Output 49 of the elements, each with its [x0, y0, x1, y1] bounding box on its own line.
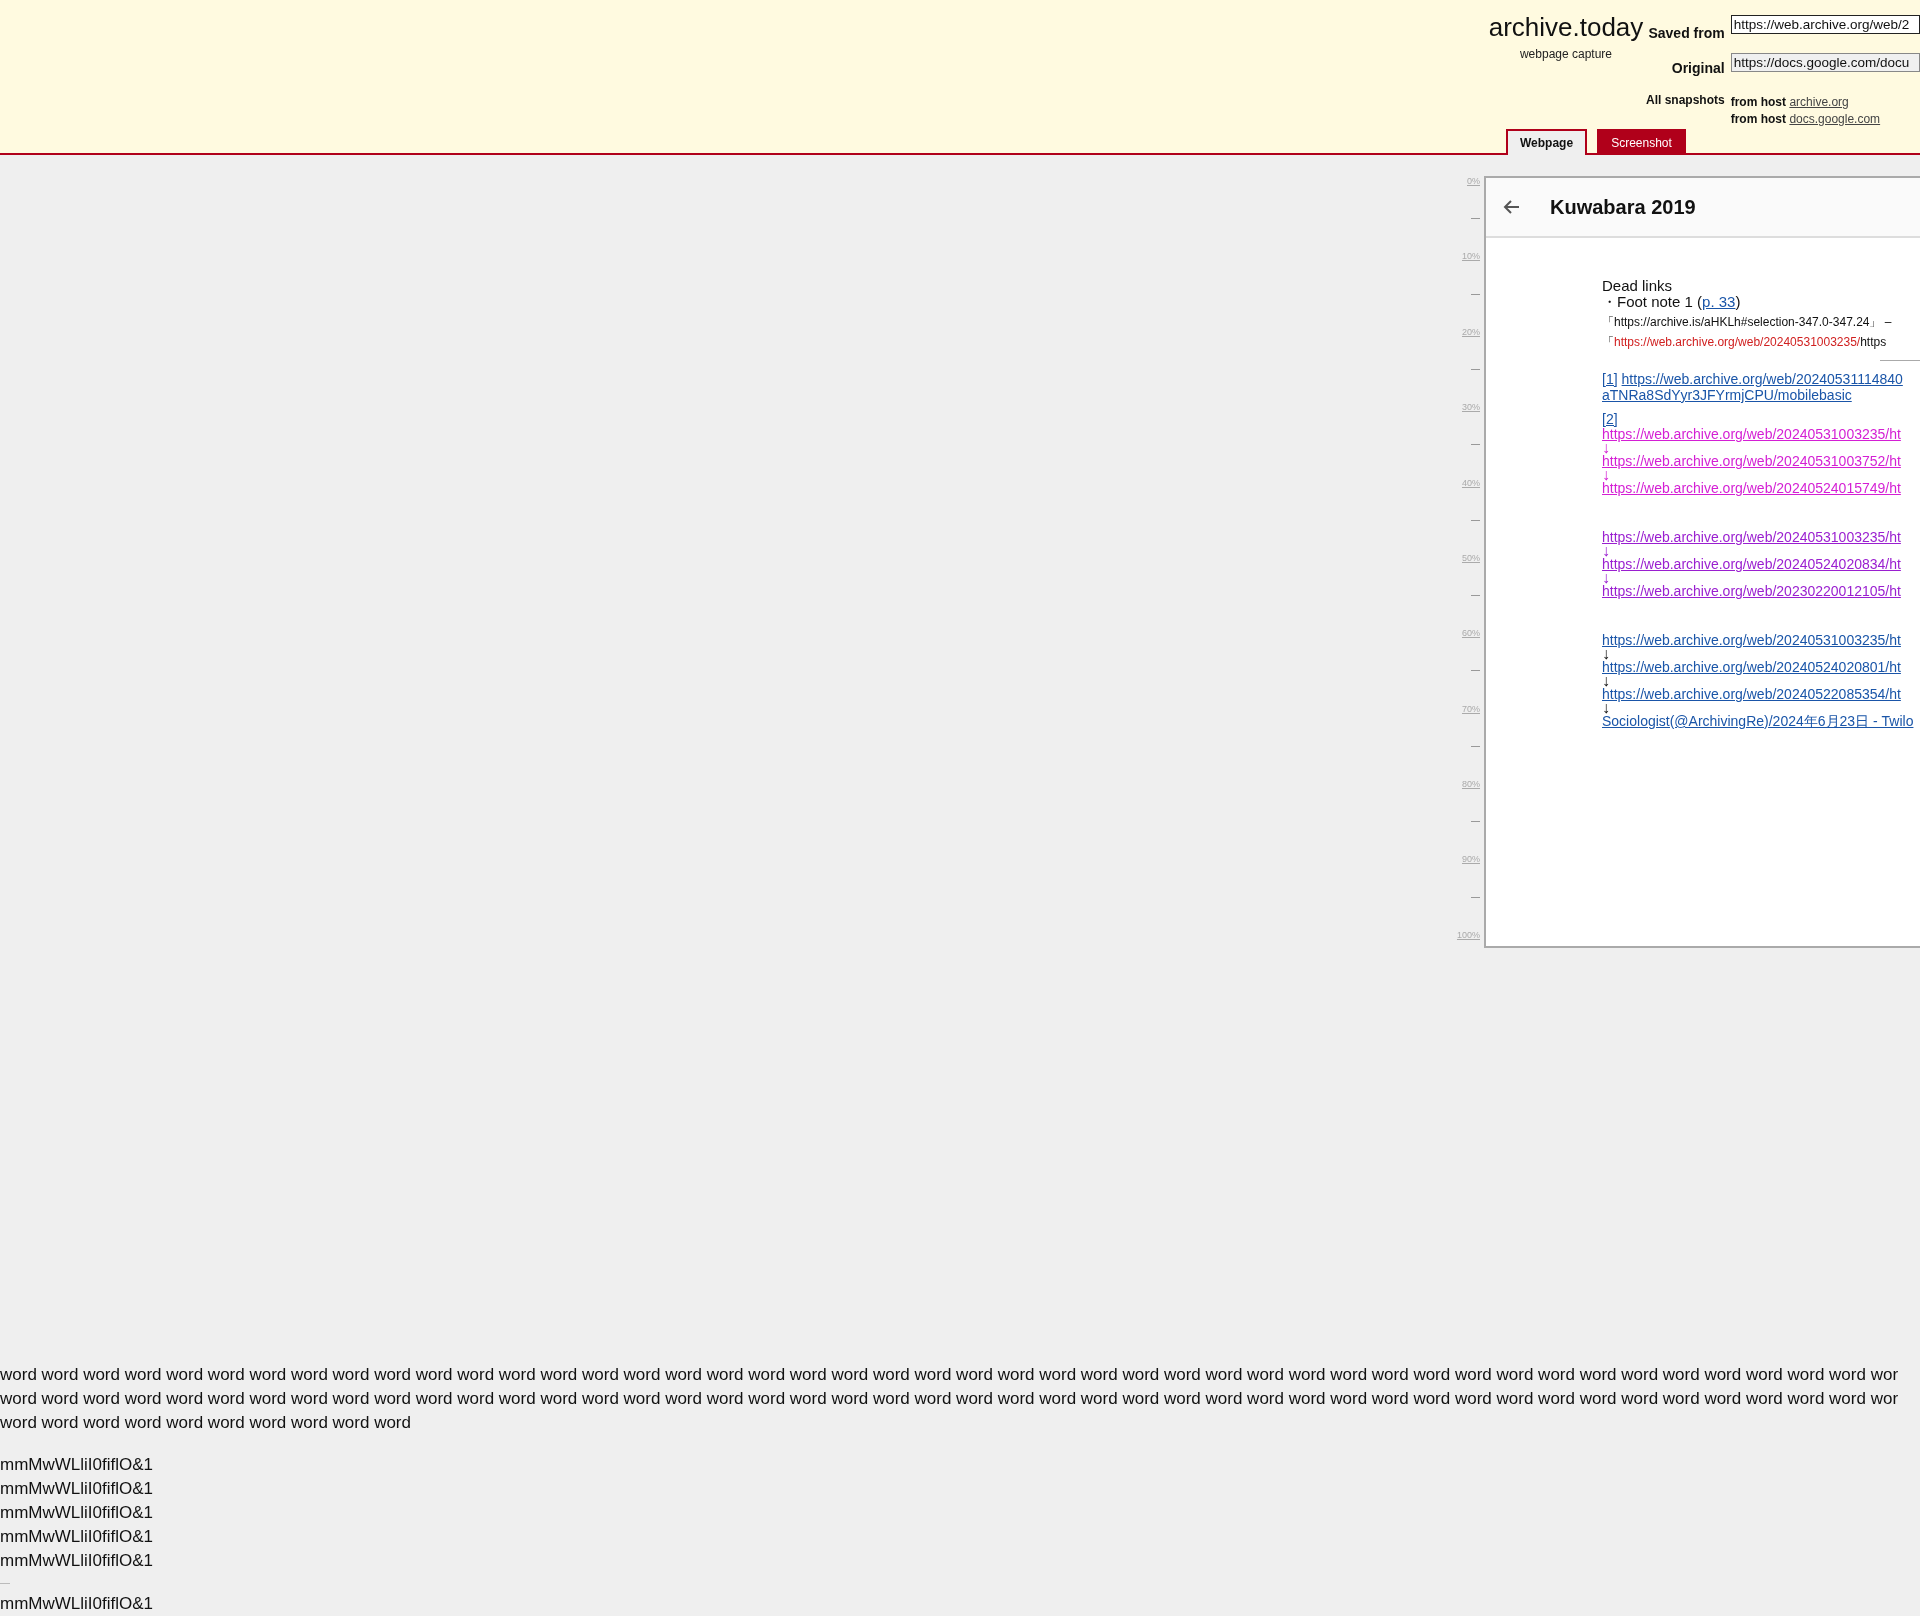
- saved-from-field[interactable]: https://web.archive.org/web/2: [1730, 14, 1920, 34]
- down-arrow: ↓: [1602, 572, 1610, 584]
- archive-link[interactable]: https://web.archive.org/web/20240524015749/ht: [1602, 481, 1901, 496]
- original-label: Original: [1670, 60, 1725, 76]
- filler-text: word word word word word word word word word word word word word word word word word word word word word word word word word word word word word word word word word word word word word word word word word word word word word wor: [0, 1364, 1899, 1386]
- host-link[interactable]: docs.google.com: [1789, 112, 1881, 127]
- down-arrow: ↓: [1602, 442, 1610, 454]
- down-arrow: ↓: [1602, 469, 1610, 481]
- archive-link[interactable]: https://web.archive.org/web/20240524020801/ht: [1602, 660, 1901, 675]
- site-tagline: webpage capture: [1519, 47, 1613, 61]
- sample-text: mmMwWLliI0fiflO&1: [0, 1454, 153, 1476]
- host-link[interactable]: archive.org: [1789, 95, 1849, 110]
- sample-text: mmMwWLliI0fiflO&1: [0, 1478, 153, 1500]
- down-arrow: ↓: [1602, 675, 1610, 687]
- archive-link[interactable]: https://web.archive.org/web/20240522085354/ht: [1602, 687, 1901, 702]
- host-label: from host: [1730, 95, 1787, 110]
- view-tab[interactable]: Webpage: [1506, 129, 1588, 155]
- sample-text: mmMwWLliI0fiflO&1: [0, 1502, 153, 1524]
- sample-text: mmMwWLliI0fiflO&1: [0, 1526, 153, 1548]
- filler-text: word word word word word word word word word word: [0, 1412, 411, 1434]
- archive-link[interactable]: https://web.archive.org/web/20240531003235/ht: [1602, 427, 1901, 442]
- all-snapshots-label: All snapshots: [1646, 93, 1725, 108]
- sample-text: mmMwWLliI0fiflO&1: [0, 1593, 153, 1615]
- archive-link[interactable]: https://web.archive.org/web/20240524020834/ht: [1602, 557, 1901, 572]
- view-tab[interactable]: Screenshot: [1597, 129, 1686, 155]
- down-arrow: ↓: [1602, 702, 1610, 714]
- quote-text: 「https://archive.is/aHKLh#selection-347.0-347.24」 –: [1602, 314, 1893, 330]
- archive-link[interactable]: https://web.archive.org/web/20240531003235/ht: [1602, 633, 1901, 648]
- section-heading: Dead links: [1602, 278, 1674, 294]
- sample-text: mmMwWLliI0fiflO&1: [0, 1550, 153, 1572]
- host-label: from host: [1730, 112, 1787, 127]
- reference-marker-link[interactable]: [1]: [1602, 371, 1618, 387]
- archive-link[interactable]: https://web.archive.org/web/20230220012105/ht: [1602, 584, 1901, 599]
- archive-link[interactable]: https://web.archive.org/web/20240531003235/ht: [1602, 530, 1901, 545]
- footnote-line: ・Foot note 1 (p. 33): [1602, 294, 1742, 310]
- document-title: Kuwabara 2019: [1550, 195, 1696, 219]
- reference-url-link[interactable]: https://web.archive.org/web/20240531114840: [1621, 371, 1903, 387]
- archive-link[interactable]: https://web.archive.org/web/20240531003752/ht: [1602, 454, 1901, 469]
- down-arrow: ↓: [1602, 648, 1610, 660]
- site-logo[interactable]: archive.today: [1488, 12, 1644, 43]
- original-field[interactable]: https://docs.google.com/docu: [1730, 53, 1920, 73]
- reference-marker-link[interactable]: [2]: [1602, 411, 1618, 427]
- down-arrow: ↓: [1602, 545, 1610, 557]
- archive-link[interactable]: Sociologist(@ArchivingRe)/2024年6月23日 - Twilo: [1602, 714, 1914, 729]
- page-link[interactable]: p. 33: [1702, 293, 1736, 310]
- reference-url-link[interactable]: aTNRa8SdYyr3JFYrmjCPU/mobilebasic: [1602, 387, 1852, 403]
- archived-url-text: 「https://web.archive.org/web/20240531003235/https: [1602, 334, 1888, 350]
- saved-from-label: Saved from: [1647, 25, 1725, 42]
- filler-text: word word word word word word word word word word word word word word word word word word word word word word word word word word word word word word word word word word word word word word word word word word word word word wor: [0, 1388, 1899, 1410]
